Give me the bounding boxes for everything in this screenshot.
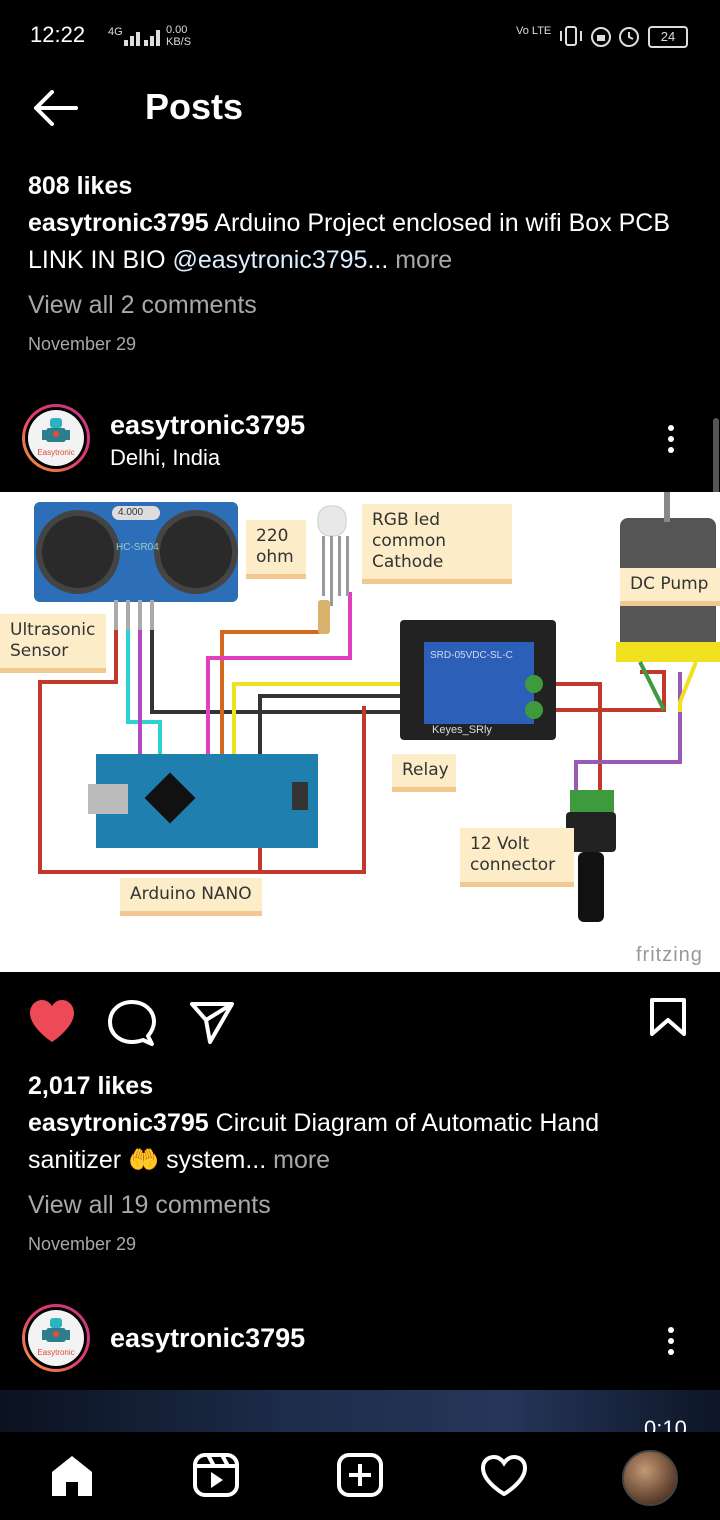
post-date: November 29 <box>28 1234 137 1254</box>
caption-username[interactable]: easytronic3795 <box>28 1109 209 1137</box>
view-comments-link[interactable]: View all 2 comments <box>28 287 692 324</box>
relay-part-number: SRD-05VDC-SL-C <box>430 650 513 661</box>
label-12v-connector: 12 Volt connector <box>460 828 574 882</box>
caption: easytronic3795 Arduino Project enclosed … <box>28 205 692 279</box>
new-post-icon[interactable] <box>336 1452 384 1498</box>
caption-mention[interactable]: @easytronic3795 <box>173 246 368 274</box>
status-time: 12:22 <box>30 22 86 47</box>
network-speed: 0.00 KB/S <box>166 24 191 48</box>
caption-ellipsis: ... <box>367 246 389 274</box>
caption-tail: system <box>166 1146 246 1174</box>
comment-icon[interactable] <box>108 1000 156 1046</box>
caption-ellipsis: ... <box>245 1146 267 1174</box>
carrier-label: Vo LTE <box>516 25 552 37</box>
lock-icon <box>591 27 611 47</box>
back-arrow-icon[interactable] <box>32 88 80 128</box>
avatar[interactable]: Easytronic <box>22 1304 90 1372</box>
more-options-icon[interactable] <box>668 420 674 458</box>
label-arduino-nano: Arduino NANO <box>120 878 262 911</box>
label-relay: Relay <box>392 754 456 787</box>
more-options-icon[interactable] <box>668 1322 674 1360</box>
post-username[interactable]: easytronic3795 <box>110 410 305 441</box>
home-icon[interactable] <box>48 1452 96 1498</box>
avatar-brand: Easytronic <box>37 1348 75 1357</box>
label-resistor: 220 ohm <box>246 520 306 574</box>
activity-heart-icon[interactable] <box>480 1454 528 1498</box>
more-link[interactable]: more <box>273 1146 330 1174</box>
likes-count[interactable]: 808 likes <box>28 172 692 201</box>
label-rgb-led: RGB led common Cathode <box>362 504 512 579</box>
circuit-diagram <box>34 492 720 922</box>
share-icon[interactable] <box>188 1000 236 1046</box>
profile-avatar[interactable] <box>622 1450 678 1506</box>
caption: easytronic3795 Circuit Diagram of Automa… <box>28 1105 692 1179</box>
page-title: Posts <box>145 86 244 127</box>
post-caption-section: 808 likes easytronic3795 Arduino Project… <box>28 172 692 355</box>
caption-emoji: 🤲 <box>128 1146 160 1174</box>
caption-username[interactable]: easytronic3795 <box>28 209 209 237</box>
post-location[interactable]: Delhi, India <box>110 445 220 471</box>
speed-unit: KB/S <box>166 36 192 48</box>
likes-count[interactable]: 2,017 likes <box>28 1072 692 1101</box>
video-preview[interactable]: 0:10 <box>0 1390 720 1432</box>
save-bookmark-icon[interactable] <box>648 996 688 1038</box>
post-caption-section: 2,017 likes easytronic3795 Circuit Diagr… <box>28 1072 692 1255</box>
video-duration: 0:10 <box>644 1416 687 1432</box>
fritzing-watermark: fritzing <box>636 944 703 966</box>
robot-logo-icon <box>42 1318 70 1342</box>
relay-module-name: Keyes_SRly <box>432 724 492 736</box>
vibrate-icon <box>560 26 582 46</box>
robot-logo-icon <box>42 418 70 442</box>
avatar[interactable]: Easytronic <box>22 404 90 472</box>
more-link[interactable]: more <box>395 246 452 274</box>
like-heart-icon[interactable] <box>28 998 76 1044</box>
battery-indicator: 24 <box>648 26 688 48</box>
bottom-navigation <box>0 1432 720 1520</box>
label-ultrasonic: Ultrasonic Sensor <box>0 614 106 668</box>
speed-value: 0.00 <box>166 24 188 36</box>
post-date: November 29 <box>28 334 137 354</box>
avatar-brand: Easytronic <box>37 448 75 457</box>
reels-icon[interactable] <box>192 1452 240 1498</box>
post-image[interactable]: Ultrasonic Sensor 220 ohm RGB led common… <box>0 492 720 972</box>
label-dc-pump: DC Pump <box>620 568 720 601</box>
sensor-value: 4.000 <box>118 507 144 518</box>
sensor-model: HC-SR04 <box>116 542 159 553</box>
alarm-icon <box>619 27 639 47</box>
view-comments-link[interactable]: View all 19 comments <box>28 1187 692 1224</box>
status-bar: 12:22 4G 0.00 KB/S Vo LTE 24 <box>0 0 720 72</box>
network-type: 4G <box>108 26 123 38</box>
post-username[interactable]: easytronic3795 <box>110 1323 305 1354</box>
signal-icon <box>124 30 160 46</box>
